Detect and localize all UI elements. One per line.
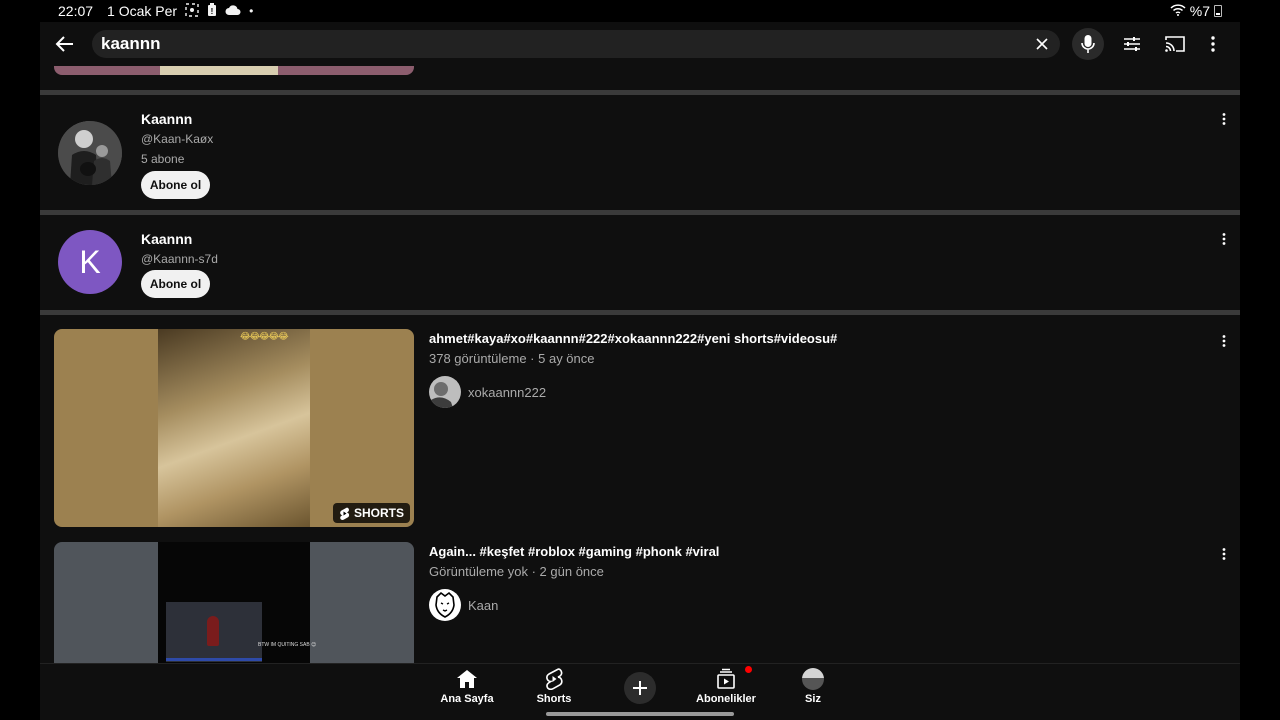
video-thumbnail[interactable]: BTW IM QUITING SAB 😊: [54, 542, 414, 663]
create-button[interactable]: [624, 672, 656, 704]
svg-text:!: !: [211, 7, 214, 16]
search-results: Kaannn @Kaan-Kaøx 5 abone Abone ol K Kaa…: [40, 66, 1240, 663]
video-thumbnail[interactable]: 😂😂😂😂😂 SHORTS: [54, 329, 414, 527]
channel-avatar[interactable]: [429, 589, 461, 621]
nav-home[interactable]: Ana Sayfa: [432, 667, 502, 715]
notification-dot: [745, 666, 752, 673]
cloud-icon: [225, 4, 241, 19]
more-vertical-icon[interactable]: [1216, 544, 1232, 564]
video-meta: Görüntüleme yok · 2 gün önce: [429, 564, 604, 579]
battery-icon: [1214, 5, 1222, 17]
video-title[interactable]: Again... #keşfet #roblox #gaming #phonk …: [429, 544, 719, 559]
channel-name[interactable]: Kaannn: [141, 111, 192, 127]
battery-saver-icon: !: [207, 2, 217, 20]
subscriber-count: 5 abone: [141, 152, 185, 166]
video-channel-name[interactable]: xokaannn222: [468, 385, 546, 400]
wifi-icon: [1170, 3, 1186, 19]
subscriptions-icon: [715, 666, 752, 691]
channel-avatar[interactable]: [429, 376, 461, 408]
video-title[interactable]: ahmet#kaya#xo#kaannn#222#xokaannn222#yen…: [429, 331, 837, 346]
status-time: 22:07: [58, 3, 94, 19]
nav-you-label: Siz: [805, 693, 821, 705]
nav-you[interactable]: Siz: [778, 667, 848, 715]
home-icon: [456, 667, 478, 691]
status-bar: 22:07 1 Ocak Per ! • %7: [0, 0, 1280, 22]
video-result[interactable]: 😂😂😂😂😂 SHORTS ahmet#kaya#xo#kaannn#222#xo…: [40, 329, 1240, 529]
nav-home-label: Ana Sayfa: [440, 693, 494, 705]
search-toolbar: kaannn: [40, 22, 1240, 66]
previous-video-thumbnail[interactable]: [54, 66, 414, 75]
section-divider: [40, 310, 1240, 315]
nav-shorts[interactable]: Shorts: [519, 667, 589, 715]
screenshot-icon: [185, 2, 199, 20]
cast-icon[interactable]: [1159, 28, 1191, 60]
filter-icon[interactable]: [1116, 28, 1148, 60]
search-input[interactable]: kaannn: [92, 30, 1060, 58]
clear-icon[interactable]: [1024, 30, 1060, 58]
more-vertical-icon[interactable]: [1216, 109, 1232, 129]
video-result[interactable]: BTW IM QUITING SAB 😊 Again... #keşfet #r…: [40, 542, 1240, 663]
back-arrow-icon[interactable]: [40, 22, 90, 66]
mic-icon[interactable]: [1072, 28, 1104, 60]
status-left: 22:07 1 Ocak Per ! •: [58, 2, 254, 20]
avatar[interactable]: [58, 121, 122, 185]
channel-handle: @Kaannn-s7d: [141, 252, 218, 266]
home-indicator[interactable]: [546, 712, 734, 716]
nav-subscriptions[interactable]: Abonelikler: [691, 666, 761, 715]
avatar[interactable]: K: [58, 230, 122, 294]
search-query[interactable]: kaannn: [101, 34, 1024, 54]
more-vertical-icon[interactable]: [1197, 28, 1229, 60]
battery-percent: %7: [1189, 3, 1210, 19]
channel-result[interactable]: K Kaannn @Kaannn-s7d Abone ol: [40, 215, 1240, 311]
channel-name[interactable]: Kaannn: [141, 231, 192, 247]
status-right: %7: [1170, 3, 1222, 19]
more-vertical-icon[interactable]: [1216, 331, 1232, 351]
avatar: [802, 668, 824, 690]
dot-icon: •: [249, 4, 254, 18]
shorts-icon: [340, 507, 350, 520]
shorts-badge: SHORTS: [332, 503, 410, 523]
nav-shorts-label: Shorts: [536, 693, 572, 705]
plus-icon: [633, 681, 647, 695]
channel-handle: @Kaan-Kaøx: [141, 132, 214, 146]
shorts-badge-label: SHORTS: [353, 506, 404, 520]
youtube-app: kaannn Kaannn @Kaan-Kaøx 5 abone Abone o…: [40, 22, 1240, 720]
subscribe-button[interactable]: Abone ol: [141, 270, 210, 298]
video-channel-name[interactable]: Kaan: [468, 598, 498, 613]
subscribe-button[interactable]: Abone ol: [141, 171, 210, 199]
more-vertical-icon[interactable]: [1216, 229, 1232, 249]
profile-avatar-icon: [802, 667, 824, 691]
bottom-navigation: Ana Sayfa Shorts Abonelikler Siz: [40, 663, 1240, 720]
nav-subscriptions-label: Abonelikler: [696, 693, 756, 705]
thumbnail-emoji: 😂😂😂😂😂: [240, 331, 289, 341]
thumbnail-caption: BTW IM QUITING SAB 😊: [258, 642, 317, 648]
video-meta: 378 görüntüleme · 5 ay önce: [429, 351, 595, 366]
status-date: 1 Ocak Per: [107, 3, 178, 19]
shorts-icon: [545, 667, 563, 691]
channel-result[interactable]: Kaannn @Kaan-Kaøx 5 abone Abone ol: [40, 95, 1240, 210]
